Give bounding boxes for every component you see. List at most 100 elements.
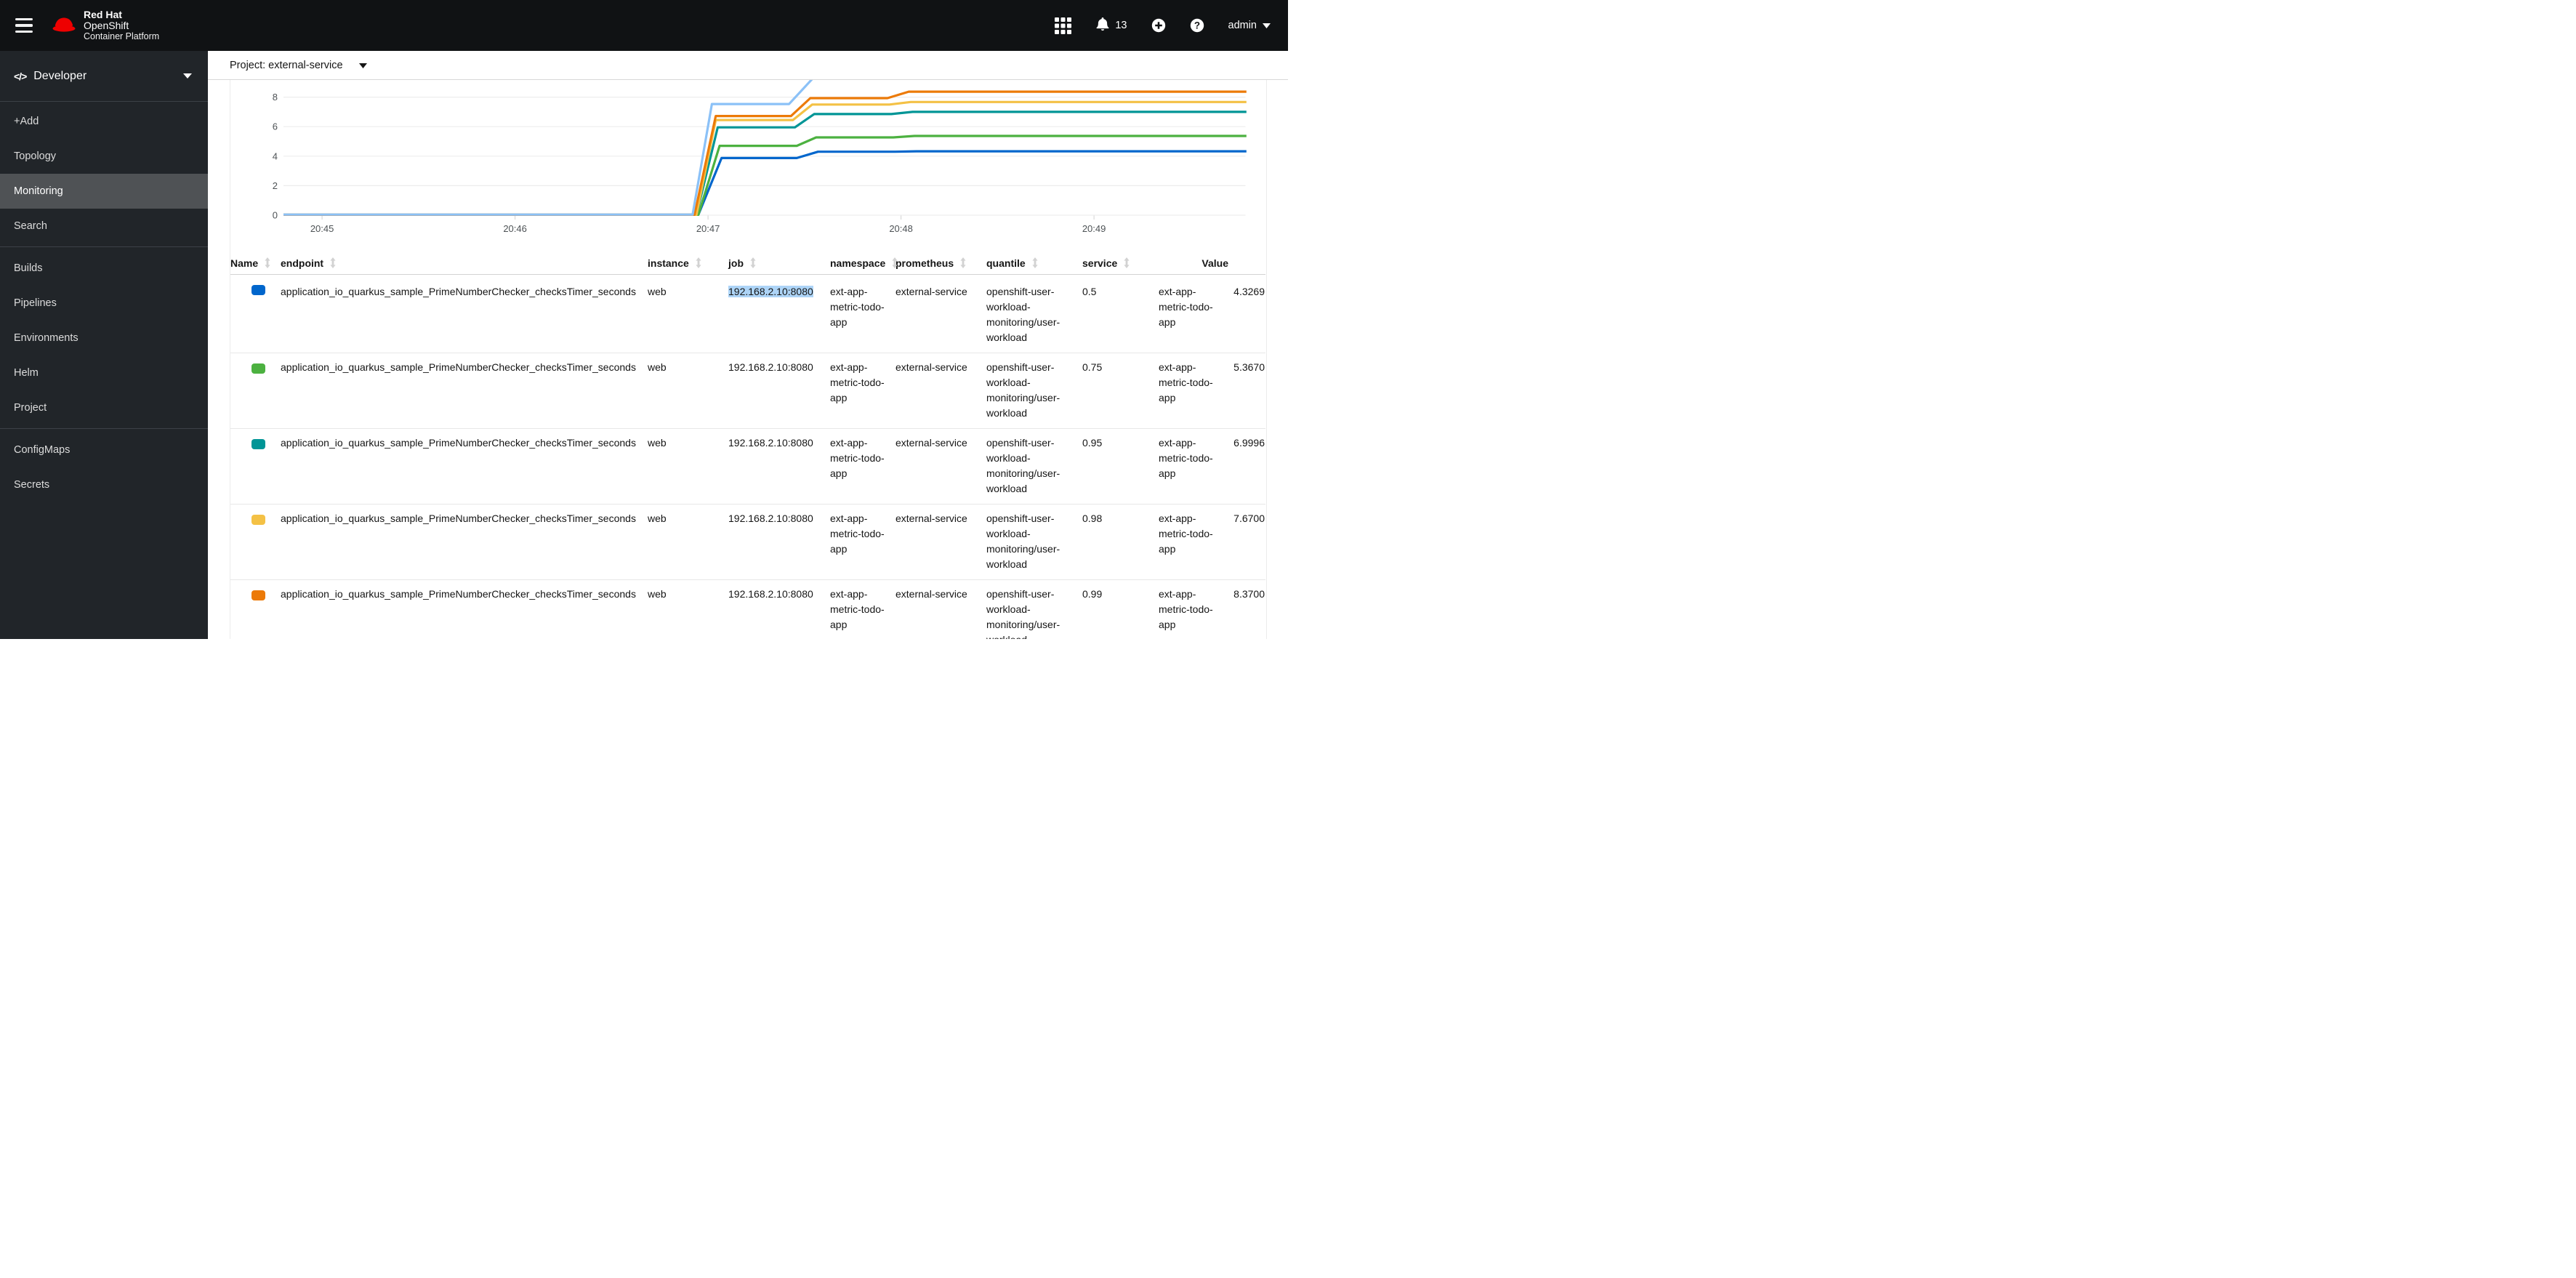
cell-service: ext-app-metric-todo-app xyxy=(1159,513,1213,555)
namespace-toolbar: Project: external-service xyxy=(208,51,1288,80)
sort-arrows-icon xyxy=(891,257,898,268)
table-row: application_io_quarkus_sample_PrimeNumbe… xyxy=(230,428,1265,504)
cell-prometheus: openshift-user-workload-monitoring/user-… xyxy=(986,588,1060,639)
cell-service: ext-app-metric-todo-app xyxy=(1159,588,1213,630)
cell-prometheus: openshift-user-workload-monitoring/user-… xyxy=(986,437,1060,494)
table-row: application_io_quarkus_sample_PrimeNumbe… xyxy=(230,353,1265,428)
column-header-label: Name xyxy=(230,257,259,269)
sidebar-item-add[interactable]: +Add xyxy=(0,104,208,139)
series-color-swatch xyxy=(251,285,265,295)
cell-namespace: external-service xyxy=(895,361,967,373)
sort-arrows-icon xyxy=(749,257,757,268)
brand-line-3: Container Platform xyxy=(84,31,160,41)
cell-endpoint: web xyxy=(648,361,667,373)
column-header-service[interactable]: service xyxy=(1082,257,1159,274)
sidebar-item-topology[interactable]: Topology xyxy=(0,139,208,174)
cell-endpoint: web xyxy=(648,588,667,600)
app-launcher-grid-icon[interactable] xyxy=(1055,17,1072,34)
chart-series-quantile-0-5 xyxy=(283,150,1247,216)
y-axis-label-8: 8 xyxy=(273,92,278,103)
chart-series-quantile-0-99 xyxy=(283,90,1247,216)
table-row: application_io_quarkus_sample_PrimeNumbe… xyxy=(230,275,1265,353)
brand-logo[interactable]: Red Hat OpenShift Container Platform xyxy=(52,9,159,42)
column-header-label: quantile xyxy=(986,257,1026,269)
y-axis-label-0: 0 xyxy=(273,210,278,221)
column-header-value: Value xyxy=(1159,257,1229,274)
cell-series-color xyxy=(230,429,281,504)
table-body: application_io_quarkus_sample_PrimeNumbe… xyxy=(230,275,1265,639)
sidebar-item-helm[interactable]: Helm xyxy=(0,355,208,390)
cell-job: ext-app-metric-todo-app xyxy=(830,588,885,630)
series-color-swatch xyxy=(251,590,265,600)
masthead-toolbar: 13 ? admin xyxy=(1055,17,1271,35)
chart-series-quantile-0-95 xyxy=(283,110,1247,216)
column-header-label: instance xyxy=(648,257,689,269)
table-header-row: Name endpoint instance job namespace promethe… xyxy=(230,257,1265,275)
cell-endpoint: web xyxy=(648,513,667,524)
sidebar-item-monitoring[interactable]: Monitoring xyxy=(0,174,208,209)
column-header-job[interactable]: job xyxy=(728,257,830,274)
column-header-endpoint[interactable]: endpoint xyxy=(281,257,648,274)
svg-text:?: ? xyxy=(1194,20,1199,31)
cell-job: ext-app-metric-todo-app xyxy=(830,513,885,555)
selected-text: 192.168.2.10:8080 xyxy=(728,286,813,297)
cell-series-color xyxy=(230,580,281,639)
cell-namespace: external-service xyxy=(895,437,967,449)
cell-prometheus: openshift-user-workload-monitoring/user-… xyxy=(986,286,1060,343)
add-plus-circle-icon[interactable] xyxy=(1151,18,1166,33)
username: admin xyxy=(1228,20,1257,31)
cell-endpoint: web xyxy=(648,437,667,449)
masthead: Red Hat OpenShift Container Platform 13 xyxy=(0,0,1288,51)
chart-series-upper-series-clipped-at-top-of-visible-area xyxy=(283,80,813,216)
column-header-label: prometheus xyxy=(895,257,954,269)
cell-job: ext-app-metric-todo-app xyxy=(830,437,885,479)
sidebar-item-environments[interactable]: Environments xyxy=(0,321,208,355)
project-selector[interactable]: Project: external-service xyxy=(230,59,367,72)
cell-service: ext-app-metric-todo-app xyxy=(1159,361,1213,403)
cell-endpoint: web xyxy=(648,286,667,297)
sidebar-item-secrets[interactable]: Secrets xyxy=(0,467,208,502)
sidebar-item-configmaps[interactable]: ConfigMaps xyxy=(0,433,208,467)
cell-name: application_io_quarkus_sample_PrimeNumbe… xyxy=(281,437,636,449)
x-axis-label-20-48: 20:48 xyxy=(889,223,913,234)
cell-quantile: 0.99 xyxy=(1082,588,1103,600)
notification-count-badge: 13 xyxy=(1115,20,1127,31)
help-question-circle-icon[interactable]: ? xyxy=(1190,18,1204,33)
series-color-swatch xyxy=(251,363,265,374)
sidebar-item-project[interactable]: Project xyxy=(0,390,208,425)
x-axis-label-20-47: 20:47 xyxy=(696,223,720,234)
column-header-instance[interactable]: instance xyxy=(648,257,728,274)
sort-arrows-icon xyxy=(329,257,337,268)
column-header-label: service xyxy=(1082,257,1118,269)
red-hat-fedora-icon xyxy=(52,15,76,36)
cell-series-color xyxy=(230,275,281,353)
column-header-label: job xyxy=(728,257,744,269)
column-header-name[interactable]: Name xyxy=(230,257,281,274)
cell-series-color xyxy=(230,353,281,428)
column-header-prometheus[interactable]: prometheus xyxy=(895,257,986,274)
column-header-namespace[interactable]: namespace xyxy=(830,257,898,274)
column-header-label: namespace xyxy=(830,257,886,269)
column-header-quantile[interactable]: quantile xyxy=(986,257,1082,274)
caret-down-icon xyxy=(358,59,367,72)
cell-prometheus: openshift-user-workload-monitoring/user-… xyxy=(986,513,1060,570)
cell-job: ext-app-metric-todo-app xyxy=(830,286,885,328)
table-row: application_io_quarkus_sample_PrimeNumbe… xyxy=(230,504,1265,579)
sidebar-item-search[interactable]: Search xyxy=(0,209,208,244)
cell-instance: 192.168.2.10:8080 xyxy=(728,513,813,524)
y-axis-label-2: 2 xyxy=(273,180,278,191)
y-axis-label-6: 6 xyxy=(273,121,278,132)
x-axis-label-20-49: 20:49 xyxy=(1082,223,1106,234)
perspective-switcher[interactable]: </> Developer xyxy=(0,51,208,102)
sidebar-item-pipelines[interactable]: Pipelines xyxy=(0,286,208,321)
cell-service: ext-app-metric-todo-app xyxy=(1159,286,1213,328)
sidebar-nav-group: Builds Pipelines Environments Helm Project xyxy=(0,246,208,428)
sidebar-item-builds[interactable]: Builds xyxy=(0,251,208,286)
user-menu[interactable]: admin xyxy=(1228,20,1271,31)
series-color-swatch xyxy=(251,439,265,449)
notifications-button[interactable]: 13 xyxy=(1095,17,1127,35)
cell-value: 4.3269 xyxy=(1233,286,1265,297)
nav-toggle-hamburger-icon[interactable] xyxy=(15,18,34,33)
cell-quantile: 0.75 xyxy=(1082,361,1103,373)
brand-line-1: Red Hat xyxy=(84,8,122,20)
